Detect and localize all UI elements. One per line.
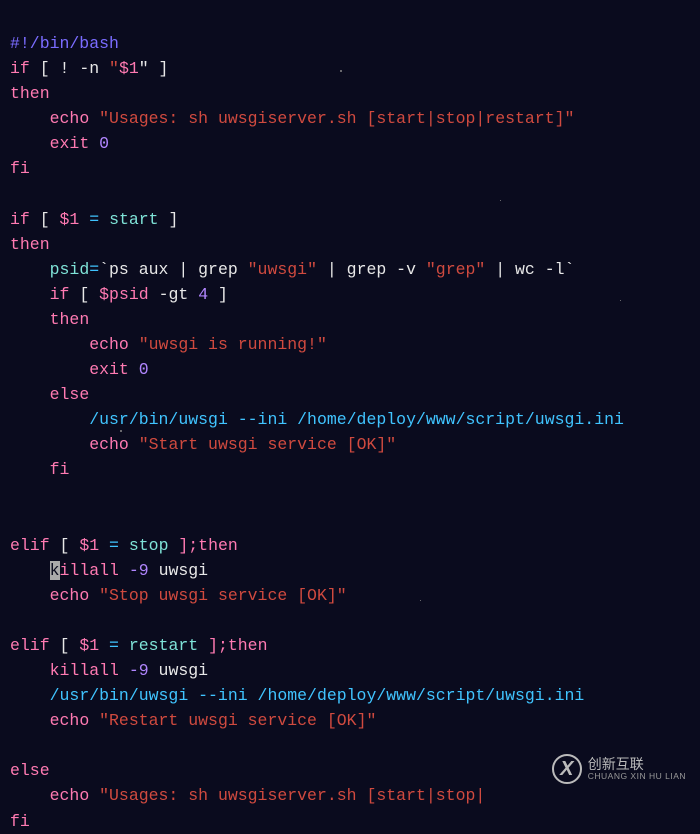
kw-then: then xyxy=(10,84,50,103)
kw-then: ];then xyxy=(208,636,267,655)
kw-killall: illall xyxy=(60,561,119,580)
brkt: ] xyxy=(208,285,228,304)
eq: = xyxy=(109,636,119,655)
kw-then: then xyxy=(50,310,90,329)
str: "Usages: sh uwsgiserver.sh [start|stop| xyxy=(99,786,485,805)
text: ps aux | grep xyxy=(109,260,248,279)
str: "grep" xyxy=(426,260,485,279)
num: 0 xyxy=(99,134,109,153)
brkt: [ xyxy=(79,285,99,304)
text: | wc -l xyxy=(485,260,564,279)
kw-elif: elif xyxy=(10,536,50,555)
eq: = xyxy=(109,536,119,555)
kw-then: then xyxy=(10,235,50,254)
flag: -9 xyxy=(129,561,149,580)
var: $1 xyxy=(119,59,139,78)
num: 0 xyxy=(139,360,149,379)
text: uwsgi xyxy=(159,661,209,680)
watermark-sub: CHUANG XIN HU LIAN xyxy=(588,772,686,781)
eq: = xyxy=(89,210,99,229)
brkt: " ] xyxy=(139,59,169,78)
kw-then: ];then xyxy=(178,536,237,555)
kw-echo: echo xyxy=(50,786,90,805)
cursor-highlight: k xyxy=(50,561,60,580)
kw-echo: echo xyxy=(50,109,90,128)
kw-exit: exit xyxy=(50,134,90,153)
kw-echo: echo xyxy=(89,435,129,454)
kw-if: if xyxy=(10,59,30,78)
num: 4 xyxy=(198,285,208,304)
kw-echo: echo xyxy=(50,711,90,730)
str: "uwsgi is running!" xyxy=(139,335,327,354)
path: /usr/bin/uwsgi --ini /home/deploy/www/sc… xyxy=(89,410,624,429)
kw-fi: fi xyxy=(50,460,70,479)
var: $1 xyxy=(79,636,99,655)
kw-if: if xyxy=(10,210,30,229)
q: " xyxy=(109,59,119,78)
str: "Start uwsgi service [OK]" xyxy=(139,435,396,454)
str: "Restart uwsgi service [OK]" xyxy=(99,711,376,730)
ident: restart xyxy=(129,636,198,655)
bq: ` xyxy=(565,260,575,279)
brkt: [ xyxy=(50,536,80,555)
text: | grep -v xyxy=(317,260,426,279)
ident: psid xyxy=(50,260,90,279)
kw-if: if xyxy=(50,285,70,304)
var: $1 xyxy=(79,536,99,555)
kw-else: else xyxy=(50,385,90,404)
ident: stop xyxy=(129,536,169,555)
path: /usr/bin/uwsgi --ini /home/deploy/www/sc… xyxy=(50,686,585,705)
flag: -9 xyxy=(129,661,149,680)
str: "Stop uwsgi service [OK]" xyxy=(99,586,347,605)
text: uwsgi xyxy=(159,561,209,580)
var: $1 xyxy=(60,210,80,229)
kw-else: else xyxy=(10,761,50,780)
ident: start xyxy=(109,210,159,229)
brkt: [ ! -n xyxy=(40,59,109,78)
kw-elif: elif xyxy=(10,636,50,655)
bq: ` xyxy=(99,260,109,279)
brkt: [ xyxy=(30,210,60,229)
brkt: [ xyxy=(50,636,80,655)
kw-fi: fi xyxy=(10,159,30,178)
kw-exit: exit xyxy=(89,360,129,379)
code-block: #!/bin/bash if [ ! -n "$1" ] then echo "… xyxy=(10,6,690,834)
kw-echo: echo xyxy=(89,335,129,354)
str: "Usages: sh uwsgiserver.sh [start|stop|r… xyxy=(99,109,574,128)
kw-killall: killall xyxy=(50,661,119,680)
str: "uwsgi" xyxy=(248,260,317,279)
eq: = xyxy=(89,260,99,279)
var: $psid xyxy=(99,285,149,304)
kw-echo: echo xyxy=(50,586,90,605)
kw-fi: fi xyxy=(10,812,30,831)
watermark-main: 创新互联 xyxy=(588,757,686,772)
shebang-line: #!/bin/bash xyxy=(10,34,119,53)
watermark: X 创新互联 CHUANG XIN HU LIAN xyxy=(552,754,686,784)
op: -gt xyxy=(159,285,189,304)
logo-icon: X xyxy=(552,754,582,784)
brkt: ] xyxy=(159,210,179,229)
